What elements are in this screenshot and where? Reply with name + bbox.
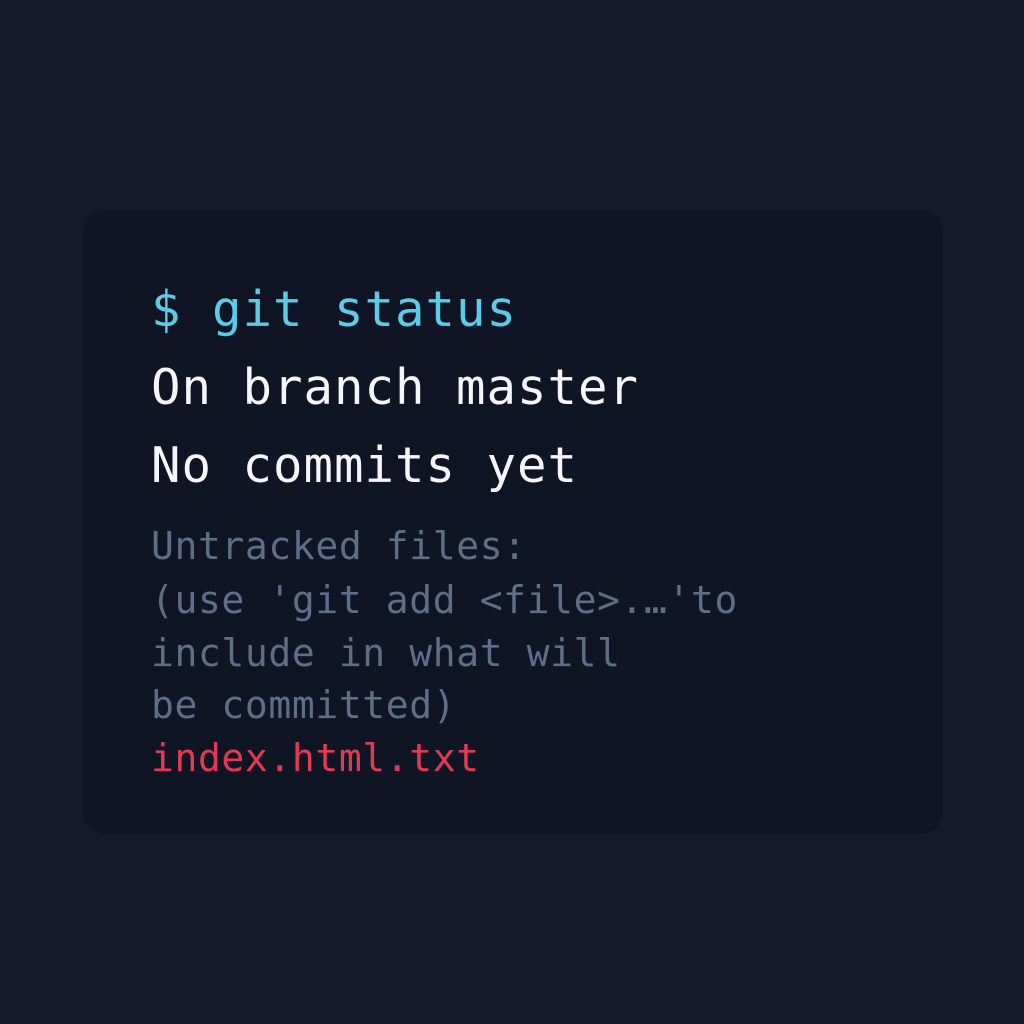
hint-line: (use 'git add <file>.…'to: [151, 578, 738, 622]
terminal-window: $ git status On branch master No commits…: [83, 210, 943, 834]
untracked-file-entry: index.html.txt: [151, 736, 480, 780]
commits-status-line: No commits yet: [151, 437, 579, 494]
hint-line: be committed): [151, 683, 457, 727]
branch-status-line: On branch master: [151, 359, 640, 416]
untracked-files-heading: Untracked files:: [151, 524, 527, 568]
hint-line: include in what will: [151, 631, 621, 675]
command-line: $ git status: [151, 281, 518, 338]
